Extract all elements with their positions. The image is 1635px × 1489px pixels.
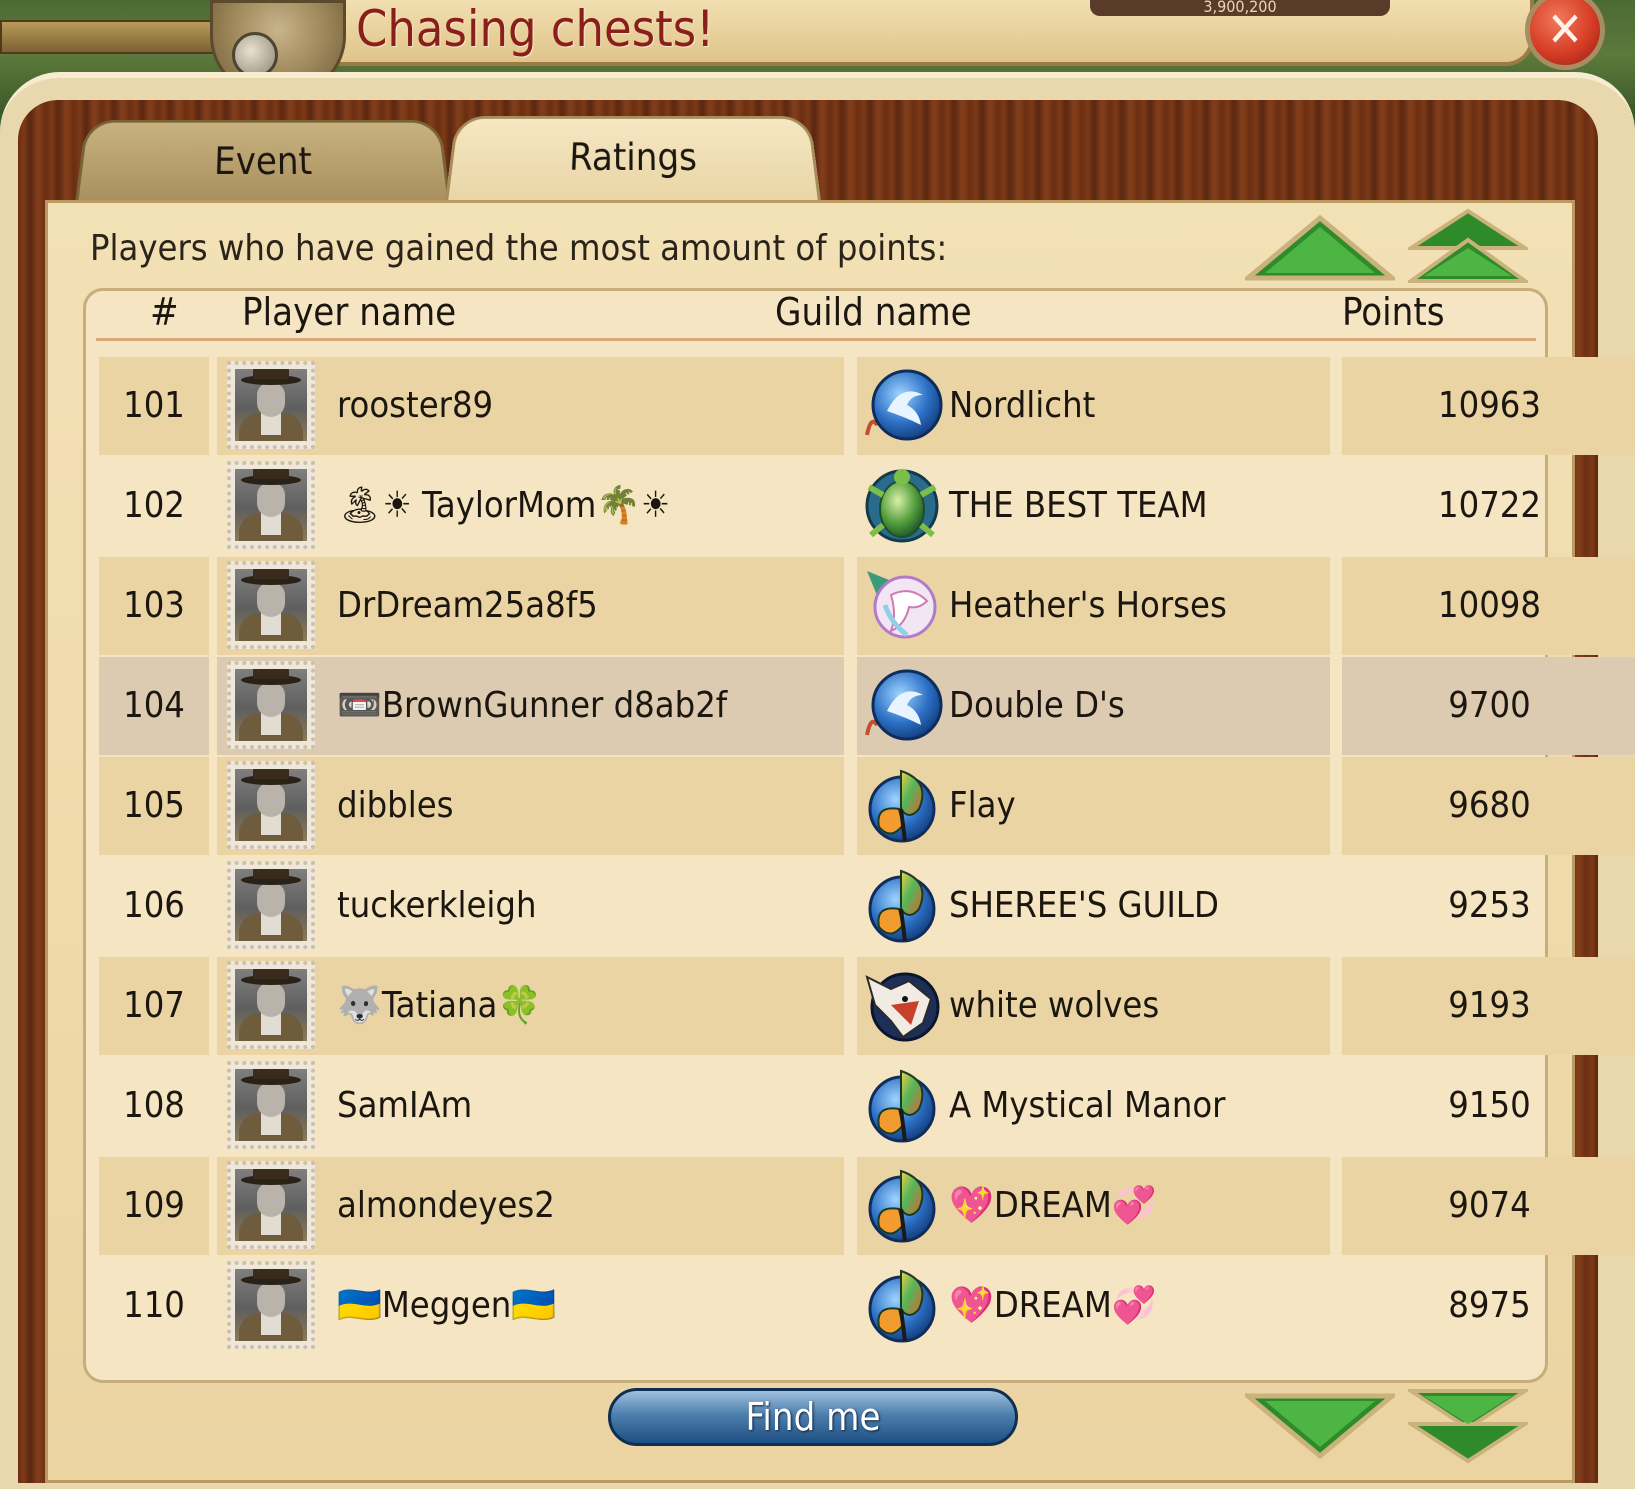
table-row[interactable]: 103 DrDream25a8f5 Heather's Horses 10098 — [99, 557, 1539, 655]
detective-avatar-icon — [235, 369, 307, 441]
butterfly-icon — [861, 1265, 943, 1347]
dolphin-coral-icon — [861, 365, 943, 447]
avatar[interactable] — [227, 761, 315, 849]
points-value: 9074 — [1342, 1157, 1635, 1255]
points-value: 9680 — [1342, 757, 1635, 855]
avatar[interactable] — [227, 461, 315, 549]
butterfly-icon — [861, 1165, 943, 1247]
detective-avatar-icon — [235, 469, 307, 541]
currency-readout: 3,900,200 — [1090, 0, 1390, 16]
table-row[interactable]: 105 dibbles Flay 9680 — [99, 757, 1539, 855]
table-row[interactable]: 101 rooster89 Nordlicht 10963 — [99, 357, 1539, 455]
guild-name[interactable]: white wolves — [949, 957, 1159, 1055]
tab-ratings[interactable]: Ratings — [444, 116, 823, 212]
find-me-button[interactable]: Find me — [608, 1388, 1018, 1446]
wolf-icon — [861, 965, 943, 1047]
butterfly-icon — [861, 865, 943, 947]
detective-avatar-icon — [235, 769, 307, 841]
points-value: 8975 — [1342, 1257, 1635, 1355]
player-name[interactable]: 🐺Tatiana🍀 — [337, 957, 542, 1055]
player-name[interactable]: SamIAm — [337, 1057, 472, 1155]
detective-avatar-icon — [235, 1069, 307, 1141]
rank-value: 107 — [99, 957, 209, 1055]
player-name[interactable]: tuckerkleigh — [337, 857, 537, 955]
table-row[interactable]: 108 SamIAm A Mystical Manor 9150 — [99, 1057, 1539, 1155]
points-value: 9150 — [1342, 1057, 1635, 1155]
guild-name[interactable]: SHEREE'S GUILD — [949, 857, 1219, 955]
avatar[interactable] — [227, 561, 315, 649]
points-value: 9253 — [1342, 857, 1635, 955]
butterfly-icon — [861, 1065, 943, 1147]
arrow-up-icon[interactable] — [1245, 215, 1395, 281]
rank-value: 108 — [99, 1057, 209, 1155]
points-value: 10963 — [1342, 357, 1635, 455]
points-value: 9700 — [1342, 657, 1635, 755]
rank-value: 103 — [99, 557, 209, 655]
detective-avatar-icon — [235, 569, 307, 641]
rank-value: 109 — [99, 1157, 209, 1255]
rank-value: 104 — [99, 657, 209, 755]
guild-name[interactable]: 💖DREAM💞 — [949, 1257, 1157, 1355]
player-name[interactable]: dibbles — [337, 757, 454, 855]
avatar[interactable] — [227, 661, 315, 749]
butterfly-icon — [861, 765, 943, 847]
rank-value: 105 — [99, 757, 209, 855]
avatar[interactable] — [227, 961, 315, 1049]
guild-name[interactable]: Flay — [949, 757, 1016, 855]
player-name[interactable]: 🇺🇦Meggen🇺🇦 — [337, 1257, 556, 1355]
guild-name[interactable]: 💖DREAM💞 — [949, 1157, 1157, 1255]
ratings-subtitle: Players who have gained the most amount … — [90, 228, 947, 269]
avatar[interactable] — [227, 1161, 315, 1249]
detective-avatar-icon — [235, 1269, 307, 1341]
player-name[interactable]: 📼BrownGunner d8ab2f — [337, 657, 727, 755]
player-name[interactable]: rooster89 — [337, 357, 493, 455]
guild-name[interactable]: Nordlicht — [949, 357, 1095, 455]
table-row[interactable]: 104 📼BrownGunner d8ab2f Double D's 9700 — [99, 657, 1539, 755]
column-header-rank: # — [150, 290, 179, 334]
detective-avatar-icon — [235, 669, 307, 741]
table-row[interactable]: 109 almondeyes2 💖DREAM💞 9074 — [99, 1157, 1539, 1255]
guild-name[interactable]: Double D's — [949, 657, 1125, 755]
column-header-player: Player name — [242, 290, 456, 334]
arrow-down-icon[interactable] — [1245, 1393, 1395, 1459]
column-header-points: Points — [1342, 290, 1445, 334]
table-row[interactable]: 110 🇺🇦Meggen🇺🇦 💖DREAM💞 8975 — [99, 1257, 1539, 1355]
table-row[interactable]: 106 tuckerkleigh SHEREE'S GUILD 9253 — [99, 857, 1539, 955]
tab-event[interactable]: Event — [74, 120, 452, 212]
points-value: 10722 — [1342, 457, 1635, 555]
avatar[interactable] — [227, 361, 315, 449]
dolphin-coral-icon — [861, 665, 943, 747]
detective-avatar-icon — [235, 1169, 307, 1241]
turtle-icon — [861, 465, 943, 547]
table-row[interactable]: 102 🏝☀ TaylorMom🌴☀ THE BEST TEAM 10722 — [99, 457, 1539, 555]
avatar[interactable] — [227, 1061, 315, 1149]
rank-value: 106 — [99, 857, 209, 955]
avatar[interactable] — [227, 861, 315, 949]
points-value: 9193 — [1342, 957, 1635, 1055]
header-divider — [96, 338, 1536, 341]
player-name[interactable]: DrDream25a8f5 — [337, 557, 598, 655]
player-name[interactable]: 🏝☀ TaylorMom🌴☀ — [337, 457, 670, 555]
double-arrow-up-icon[interactable] — [1408, 208, 1528, 284]
rank-value: 101 — [99, 357, 209, 455]
table-row[interactable]: 107 🐺Tatiana🍀 white wolves 9193 — [99, 957, 1539, 1055]
guild-name[interactable]: Heather's Horses — [949, 557, 1227, 655]
guild-name[interactable]: A Mystical Manor — [949, 1057, 1226, 1155]
detective-avatar-icon — [235, 869, 307, 941]
points-value: 10098 — [1342, 557, 1635, 655]
guild-name[interactable]: THE BEST TEAM — [949, 457, 1208, 555]
detective-avatar-icon — [235, 969, 307, 1041]
avatar[interactable] — [227, 1261, 315, 1349]
rank-value: 110 — [99, 1257, 209, 1355]
player-name[interactable]: almondeyes2 — [337, 1157, 555, 1255]
unicorn-icon — [861, 565, 943, 647]
window-title: Chasing chests! — [356, 0, 714, 58]
rank-value: 102 — [99, 457, 209, 555]
decorative-pipe — [0, 20, 219, 54]
column-header-guild: Guild name — [775, 290, 972, 334]
double-arrow-down-icon[interactable] — [1408, 1388, 1528, 1464]
